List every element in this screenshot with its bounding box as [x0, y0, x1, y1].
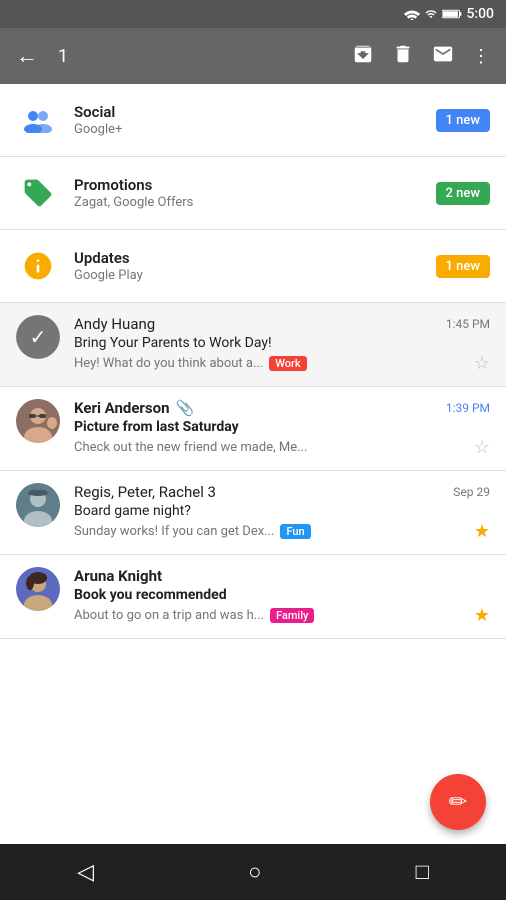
email-subject-regis: Board game night?: [74, 503, 490, 519]
email-sender-andy: Andy Huang: [74, 315, 155, 333]
email-preview-andy: Hey! What do you think about a...: [74, 356, 263, 371]
promo-tag-icon: [22, 177, 54, 209]
email-body-keri: Keri Anderson 📎 1:39 PM Picture from las…: [74, 399, 490, 458]
delete-icon[interactable]: [392, 43, 414, 70]
promotions-sub: Zagat, Google Offers: [74, 195, 436, 210]
email-row-keri[interactable]: Keri Anderson 📎 1:39 PM Picture from las…: [0, 387, 506, 471]
promotions-info: Promotions Zagat, Google Offers: [74, 176, 436, 210]
avatar-regis[interactable]: [16, 483, 60, 527]
mail-icon[interactable]: [432, 43, 454, 70]
avatar-keri-img: [16, 399, 60, 443]
avatar-aruna[interactable]: [16, 567, 60, 611]
category-social[interactable]: Social Google+ 1 new: [0, 84, 506, 157]
updates-sub: Google Play: [74, 268, 436, 283]
email-row-andy[interactable]: ✓ Andy Huang 1:45 PM Bring Your Parents …: [0, 303, 506, 387]
email-subject-aruna: Book you recommended: [74, 587, 490, 603]
email-body-aruna: Aruna Knight Book you recommended About …: [74, 567, 490, 626]
archive-icon[interactable]: [352, 43, 374, 70]
check-icon: ✓: [16, 315, 60, 359]
star-andy[interactable]: ☆: [474, 353, 490, 374]
email-header-regis: Regis, Peter, Rachel 3 Sep 29: [74, 483, 490, 501]
email-body-andy: Andy Huang 1:45 PM Bring Your Parents to…: [74, 315, 490, 374]
compose-fab[interactable]: ✏: [430, 774, 486, 830]
updates-info-icon: [22, 250, 54, 282]
more-icon[interactable]: ⋮: [472, 46, 490, 67]
email-time-keri: 1:39 PM: [446, 401, 490, 415]
wifi-icon: [404, 8, 420, 20]
email-subject-andy: Bring Your Parents to Work Day!: [74, 335, 490, 351]
tag-work-andy: Work: [269, 356, 306, 371]
compose-icon: ✏: [449, 790, 467, 815]
email-preview-line-keri: Check out the new friend we made, Me... …: [74, 437, 490, 458]
updates-info: Updates Google Play: [74, 249, 436, 283]
back-button[interactable]: ←: [16, 43, 38, 69]
promotions-icon: [16, 171, 60, 215]
updates-icon: [16, 244, 60, 288]
email-subject-keri: Picture from last Saturday: [74, 419, 490, 435]
status-icons: 5:00: [404, 6, 494, 22]
attachment-icon: 📎: [176, 399, 195, 417]
toolbar-actions: ⋮: [352, 43, 490, 70]
selected-count: 1: [58, 46, 336, 67]
category-promotions[interactable]: Promotions Zagat, Google Offers 2 new: [0, 157, 506, 230]
social-info: Social Google+: [74, 103, 436, 137]
email-row-aruna[interactable]: Aruna Knight Book you recommended About …: [0, 555, 506, 639]
email-time-andy: 1:45 PM: [446, 317, 490, 331]
battery-icon: [442, 8, 462, 20]
avatar-aruna-img: [16, 567, 60, 611]
star-keri[interactable]: ☆: [474, 437, 490, 458]
status-bar: 5:00: [0, 0, 506, 28]
email-preview-keri: Check out the new friend we made, Me...: [74, 440, 307, 455]
email-header-andy: Andy Huang 1:45 PM: [74, 315, 490, 333]
social-people-icon: [22, 107, 54, 133]
regis-avatar-svg: [16, 483, 60, 527]
status-time: 5:00: [466, 6, 494, 22]
updates-name: Updates: [74, 249, 436, 267]
email-preview-aruna: About to go on a trip and was h...: [74, 608, 264, 623]
star-aruna[interactable]: ★: [474, 605, 490, 626]
back-nav-icon[interactable]: ◁: [77, 860, 94, 885]
tag-family-aruna: Family: [270, 608, 314, 623]
avatar-regis-img: [16, 483, 60, 527]
avatar-andy[interactable]: ✓: [16, 315, 60, 359]
bottom-nav: ◁ ○ □: [0, 844, 506, 900]
tag-fun-regis: Fun: [280, 524, 310, 539]
keri-avatar-svg: [16, 399, 60, 443]
email-sender-keri: Keri Anderson: [74, 399, 170, 417]
toolbar: ← 1 ⋮: [0, 28, 506, 84]
aruna-avatar-svg: [16, 567, 60, 611]
avatar-keri[interactable]: [16, 399, 60, 443]
updates-badge: 1 new: [436, 255, 490, 278]
home-nav-icon[interactable]: ○: [248, 859, 261, 885]
email-sender-aruna: Aruna Knight: [74, 567, 162, 585]
promotions-badge: 2 new: [436, 182, 490, 205]
email-preview-regis: Sunday works! If you can get Dex...: [74, 524, 274, 539]
social-icon: [16, 98, 60, 142]
email-row-regis[interactable]: Regis, Peter, Rachel 3 Sep 29 Board game…: [0, 471, 506, 555]
email-preview-line-aruna: About to go on a trip and was h... Famil…: [74, 605, 490, 626]
email-time-regis: Sep 29: [453, 485, 490, 499]
star-regis[interactable]: ★: [474, 521, 490, 542]
email-preview-line-regis: Sunday works! If you can get Dex... Fun …: [74, 521, 490, 542]
recents-nav-icon[interactable]: □: [416, 859, 429, 885]
social-name: Social: [74, 103, 436, 121]
email-sender-regis: Regis, Peter, Rachel 3: [74, 483, 216, 501]
signal-icon: [424, 8, 438, 20]
category-updates[interactable]: Updates Google Play 1 new: [0, 230, 506, 303]
email-header-aruna: Aruna Knight: [74, 567, 490, 585]
email-list: Social Google+ 1 new Promotions Zagat, G…: [0, 84, 506, 639]
social-sub: Google+: [74, 122, 436, 137]
email-body-regis: Regis, Peter, Rachel 3 Sep 29 Board game…: [74, 483, 490, 542]
social-badge: 1 new: [436, 109, 490, 132]
email-preview-line-andy: Hey! What do you think about a... Work ☆: [74, 353, 490, 374]
promotions-name: Promotions: [74, 176, 436, 194]
email-header-keri: Keri Anderson 📎 1:39 PM: [74, 399, 490, 417]
